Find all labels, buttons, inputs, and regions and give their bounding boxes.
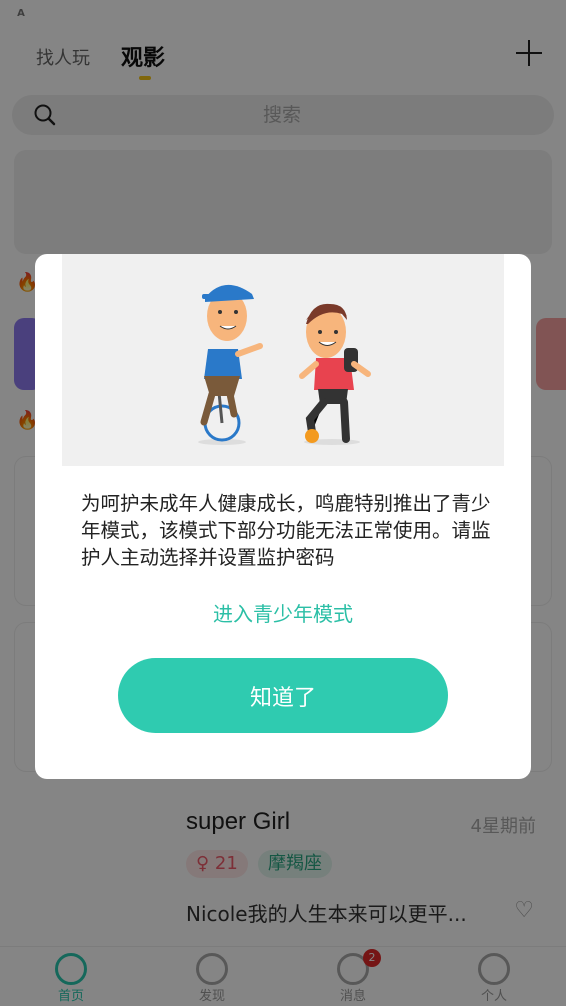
teen-mode-message: 为呵护未成年人健康成长，鸣鹿特别推出了青少年模式，该模式下部分功能无法正常使用。… xyxy=(81,492,491,569)
teen-mode-dialog: 为呵护未成年人健康成长，鸣鹿特别推出了青少年模式，该模式下部分功能无法正常使用。… xyxy=(35,254,531,779)
kids-illustration-art xyxy=(198,284,371,445)
app-screen: A 5:38 找人玩 观影 🔥 🔥 super Girl 4星期前 ♀ 21 摩… xyxy=(0,0,566,1006)
enter-teen-mode-link[interactable]: 进入青少年模式 xyxy=(35,598,531,627)
got-it-button[interactable]: 知道了 xyxy=(118,658,448,733)
kids-illustration xyxy=(62,254,504,466)
